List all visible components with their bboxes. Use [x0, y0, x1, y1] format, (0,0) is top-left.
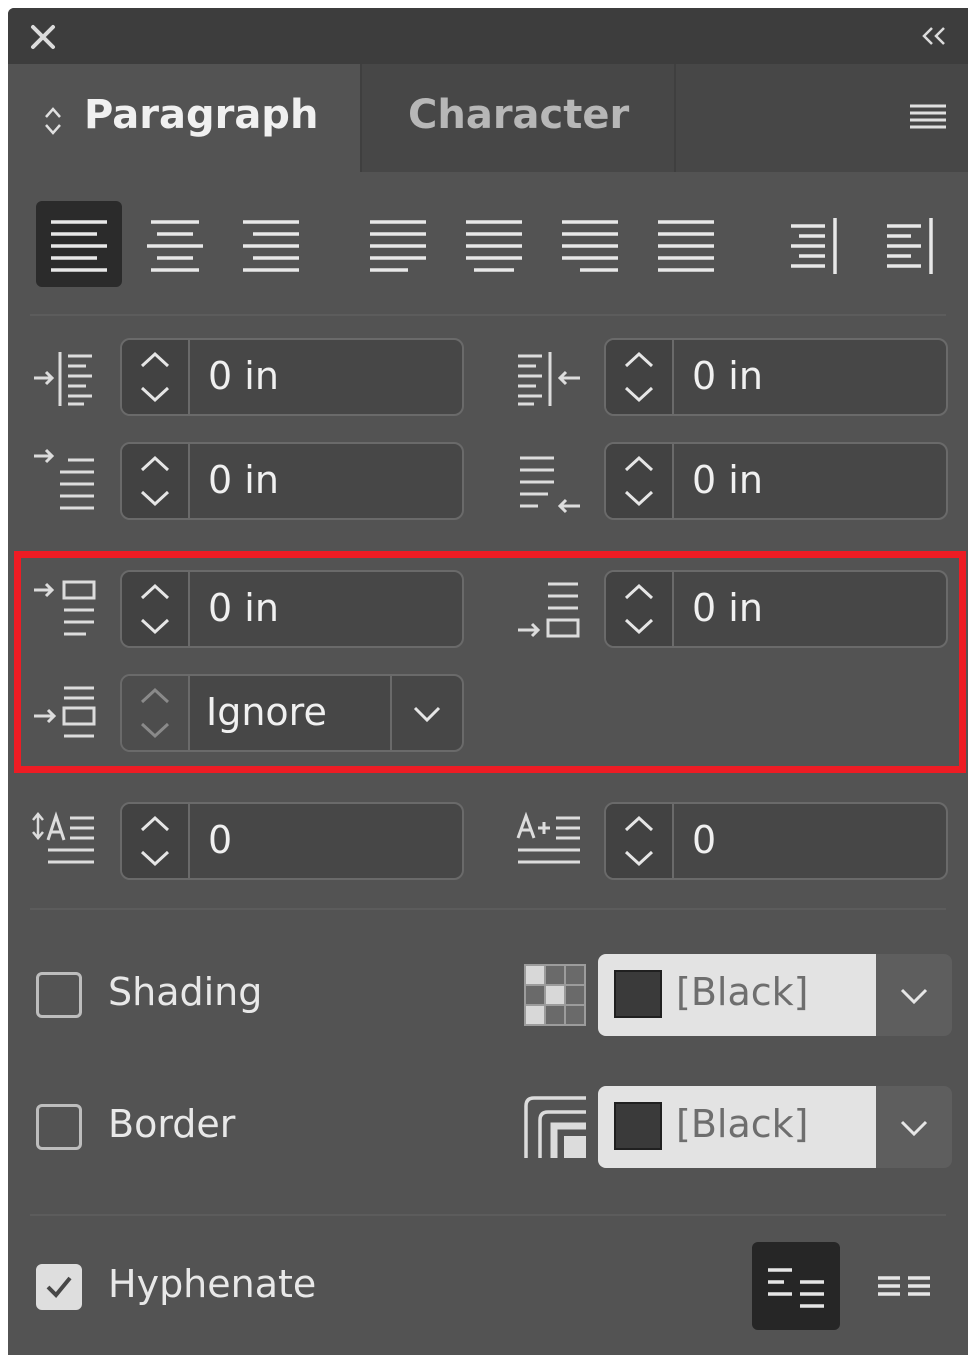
- collapse-double-chevron-icon[interactable]: [918, 22, 950, 50]
- dropcap-characters-stepper[interactable]: [606, 804, 674, 878]
- stepper-icon: [624, 815, 654, 867]
- justify-all-icon: [658, 220, 714, 272]
- align-left-button[interactable]: [36, 201, 122, 287]
- align-center-icon: [147, 220, 203, 272]
- stepper-icon: [140, 455, 170, 507]
- left-indent-value: 0 in: [208, 354, 279, 398]
- chevron-down-icon: [900, 988, 928, 1005]
- separator: [30, 908, 946, 910]
- dropcap-characters-icon: [516, 811, 580, 864]
- border-color-name: [Black]: [676, 1102, 809, 1146]
- separator: [30, 314, 946, 316]
- first-line-indent-stepper[interactable]: [122, 444, 190, 518]
- dropcap-lines-field[interactable]: 0: [120, 802, 464, 880]
- left-indent-stepper[interactable]: [122, 340, 190, 414]
- border-label: Border: [108, 1102, 236, 1146]
- stepper-icon: [140, 351, 170, 403]
- shading-label: Shading: [108, 970, 263, 1014]
- tab-character[interactable]: Character: [362, 64, 674, 172]
- adobe-single-line-composer-button[interactable]: [860, 1242, 948, 1330]
- first-line-indent-field[interactable]: 0 in: [120, 442, 464, 520]
- paragraph-composer-icon: [768, 1268, 824, 1308]
- align-right-button[interactable]: [228, 201, 314, 287]
- shading-color-name: [Black]: [676, 970, 809, 1014]
- tab-character-label: Character: [408, 92, 630, 138]
- hyphenate-checkbox[interactable]: [36, 1264, 82, 1310]
- shading-color-dropdown[interactable]: [Black]: [598, 954, 952, 1036]
- first-line-indent-icon: [34, 448, 94, 510]
- updown-icon: [45, 107, 61, 135]
- dropcap-lines-value: 0: [208, 818, 233, 862]
- right-indent-stepper[interactable]: [606, 340, 674, 414]
- shading-checkbox[interactable]: [36, 972, 82, 1018]
- align-toward-spine-button[interactable]: [770, 201, 856, 287]
- justify-last-right-icon: [562, 220, 618, 272]
- stepper-icon: [624, 455, 654, 507]
- align-away-from-spine-button[interactable]: [866, 201, 952, 287]
- panel-menu-icon[interactable]: [908, 102, 948, 136]
- justify-last-left-button[interactable]: [355, 201, 441, 287]
- align-left-icon: [51, 220, 107, 272]
- align-away-from-spine-icon: [887, 218, 933, 274]
- stepper-icon: [624, 351, 654, 403]
- align-center-button[interactable]: [132, 201, 218, 287]
- last-line-indent-field[interactable]: 0 in: [604, 442, 948, 520]
- color-swatch: [614, 970, 662, 1018]
- tab-paragraph[interactable]: Paragraph: [8, 64, 360, 172]
- left-indent-field[interactable]: 0 in: [120, 338, 464, 416]
- panel-titlebar: [8, 8, 968, 64]
- right-indent-value: 0 in: [692, 354, 763, 398]
- justify-last-center-button[interactable]: [451, 201, 537, 287]
- last-line-indent-stepper[interactable]: [606, 444, 674, 518]
- last-line-indent-icon: [520, 456, 580, 514]
- dropcap-lines-stepper[interactable]: [122, 804, 190, 878]
- dropcap-lines-icon: [32, 811, 94, 864]
- highlight-box: [14, 551, 966, 773]
- hyphenate-label: Hyphenate: [108, 1262, 317, 1306]
- border-checkbox[interactable]: [36, 1104, 82, 1150]
- separator: [30, 1214, 946, 1216]
- tab-bar-fill: [676, 64, 968, 172]
- single-line-composer-icon: [878, 1276, 930, 1296]
- right-indent-icon: [518, 352, 580, 406]
- stepper-icon: [140, 815, 170, 867]
- justify-last-left-icon: [370, 220, 426, 272]
- adobe-paragraph-composer-button[interactable]: [752, 1242, 840, 1330]
- dropcap-characters-value: 0: [692, 818, 717, 862]
- dropcap-characters-field[interactable]: 0: [604, 802, 948, 880]
- justify-last-center-icon: [466, 220, 522, 272]
- align-right-icon: [243, 220, 299, 272]
- color-swatch: [614, 1102, 662, 1150]
- checkmark-icon: [46, 1276, 72, 1298]
- justify-all-button[interactable]: [643, 201, 729, 287]
- left-indent-icon: [34, 352, 92, 406]
- close-icon[interactable]: [26, 20, 60, 54]
- shading-icon: [524, 964, 586, 1026]
- align-toward-spine-icon: [791, 218, 837, 274]
- tab-paragraph-label: Paragraph: [84, 92, 319, 138]
- border-icon: [524, 1096, 586, 1158]
- border-color-dropdown[interactable]: [Black]: [598, 1086, 952, 1168]
- shading-color-display: [Black]: [598, 954, 876, 1036]
- paragraph-panel: Paragraph Character 0 in 0 in 0 in 0 in …: [8, 8, 968, 1355]
- first-line-indent-value: 0 in: [208, 458, 279, 502]
- chevron-down-icon: [900, 1120, 928, 1137]
- right-indent-field[interactable]: 0 in: [604, 338, 948, 416]
- justify-last-right-button[interactable]: [547, 201, 633, 287]
- last-line-indent-value: 0 in: [692, 458, 763, 502]
- tab-bar: Paragraph Character: [8, 64, 968, 172]
- border-color-display: [Black]: [598, 1086, 876, 1168]
